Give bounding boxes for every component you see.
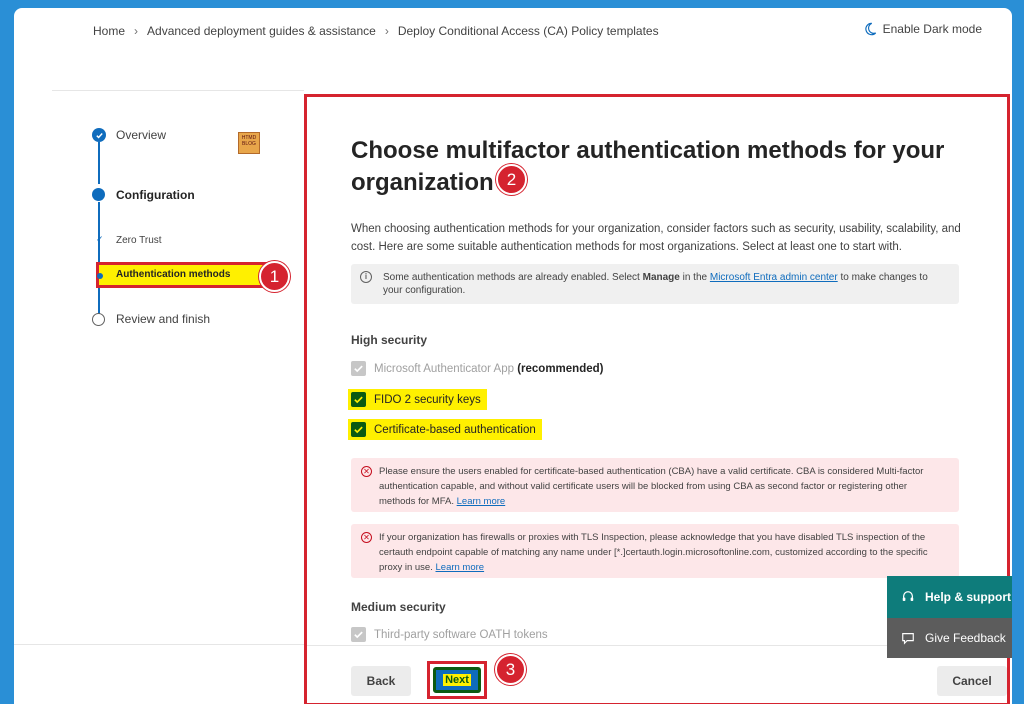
fido2-label: FIDO 2 security keys <box>374 393 481 406</box>
step-configuration[interactable]: Configuration <box>116 188 195 202</box>
give-feedback-button[interactable]: Give Feedback <box>887 618 1012 658</box>
chevron-right-icon: › <box>384 24 389 38</box>
cancel-button[interactable]: Cancel <box>937 666 1007 696</box>
stepper-line <box>98 142 100 184</box>
callout-2: 2 <box>496 164 527 195</box>
checkbox-disabled <box>351 627 366 642</box>
moon-icon <box>864 22 876 36</box>
ms-authenticator-option: Microsoft Authenticator App (recommended… <box>351 361 603 376</box>
app-window: Home › Advanced deployment guides & assi… <box>14 8 1012 704</box>
error-circle-icon: ✕ <box>361 532 372 543</box>
step-review[interactable]: Review and finish <box>116 312 210 326</box>
cba-checkbox[interactable] <box>351 422 366 437</box>
info-message-bar: i Some authentication methods are alread… <box>351 264 959 304</box>
headset-icon <box>902 591 914 601</box>
left-bottom-divider <box>14 644 304 645</box>
cba-option[interactable]: Certificate-based authentication <box>348 419 542 440</box>
info-icon: i <box>360 271 372 283</box>
chevron-right-icon: › <box>134 24 139 38</box>
learn-more-link[interactable]: Learn more <box>457 496 506 507</box>
left-divider <box>52 90 304 91</box>
callout-3: 3 <box>495 654 526 685</box>
empty-circle-icon <box>92 313 105 326</box>
step-zero-trust[interactable]: Zero Trust <box>116 235 162 246</box>
check-small-icon: ✓ <box>96 234 104 244</box>
medium-security-heading: Medium security <box>351 600 446 614</box>
current-step-dot-icon <box>92 188 105 201</box>
next-button[interactable]: Next <box>433 667 481 693</box>
fido2-option[interactable]: FIDO 2 security keys <box>348 389 487 410</box>
step-auth-methods[interactable]: Authentication methods <box>116 269 230 280</box>
intro-text: When choosing authentication methods for… <box>351 223 961 253</box>
breadcrumb-advanced-guides[interactable]: Advanced deployment guides & assistance <box>147 24 376 38</box>
check-circle-icon <box>92 128 106 142</box>
help-support-button[interactable]: Help & support <box>887 576 1012 618</box>
entra-admin-link[interactable]: Microsoft Entra admin center <box>710 272 838 283</box>
page-title: Choose multifactor authentication method… <box>351 137 945 196</box>
high-security-heading: High security <box>351 333 428 347</box>
learn-more-link[interactable]: Learn more <box>436 562 485 573</box>
cba-label: Certificate-based authentication <box>374 423 536 436</box>
breadcrumb-current: Deploy Conditional Access (CA) Policy te… <box>397 24 659 38</box>
dark-mode-label: Enable Dark mode <box>882 22 982 36</box>
stepper-line <box>98 202 100 320</box>
step-overview[interactable]: Overview <box>116 128 166 142</box>
active-substep-dot-icon <box>97 273 103 279</box>
dark-mode-toggle[interactable]: Enable Dark mode <box>863 22 982 36</box>
breadcrumb: Home › Advanced deployment guides & assi… <box>93 24 659 38</box>
back-button[interactable]: Back <box>351 666 411 696</box>
feedback-icon <box>902 633 914 645</box>
cba-error-message: ✕ Please ensure the users enabled for ce… <box>351 458 959 512</box>
callout-1: 1 <box>259 261 290 292</box>
checkbox-disabled <box>351 361 366 376</box>
tls-error-message: ✕ If your organization has firewalls or … <box>351 524 959 578</box>
wizard-stepper: Overview Configuration ✓ Zero Trust Auth… <box>74 118 274 348</box>
oath-option: Third-party software OATH tokens <box>351 627 548 642</box>
error-circle-icon: ✕ <box>361 466 372 477</box>
fido2-checkbox[interactable] <box>351 392 366 407</box>
breadcrumb-home[interactable]: Home <box>93 24 125 38</box>
